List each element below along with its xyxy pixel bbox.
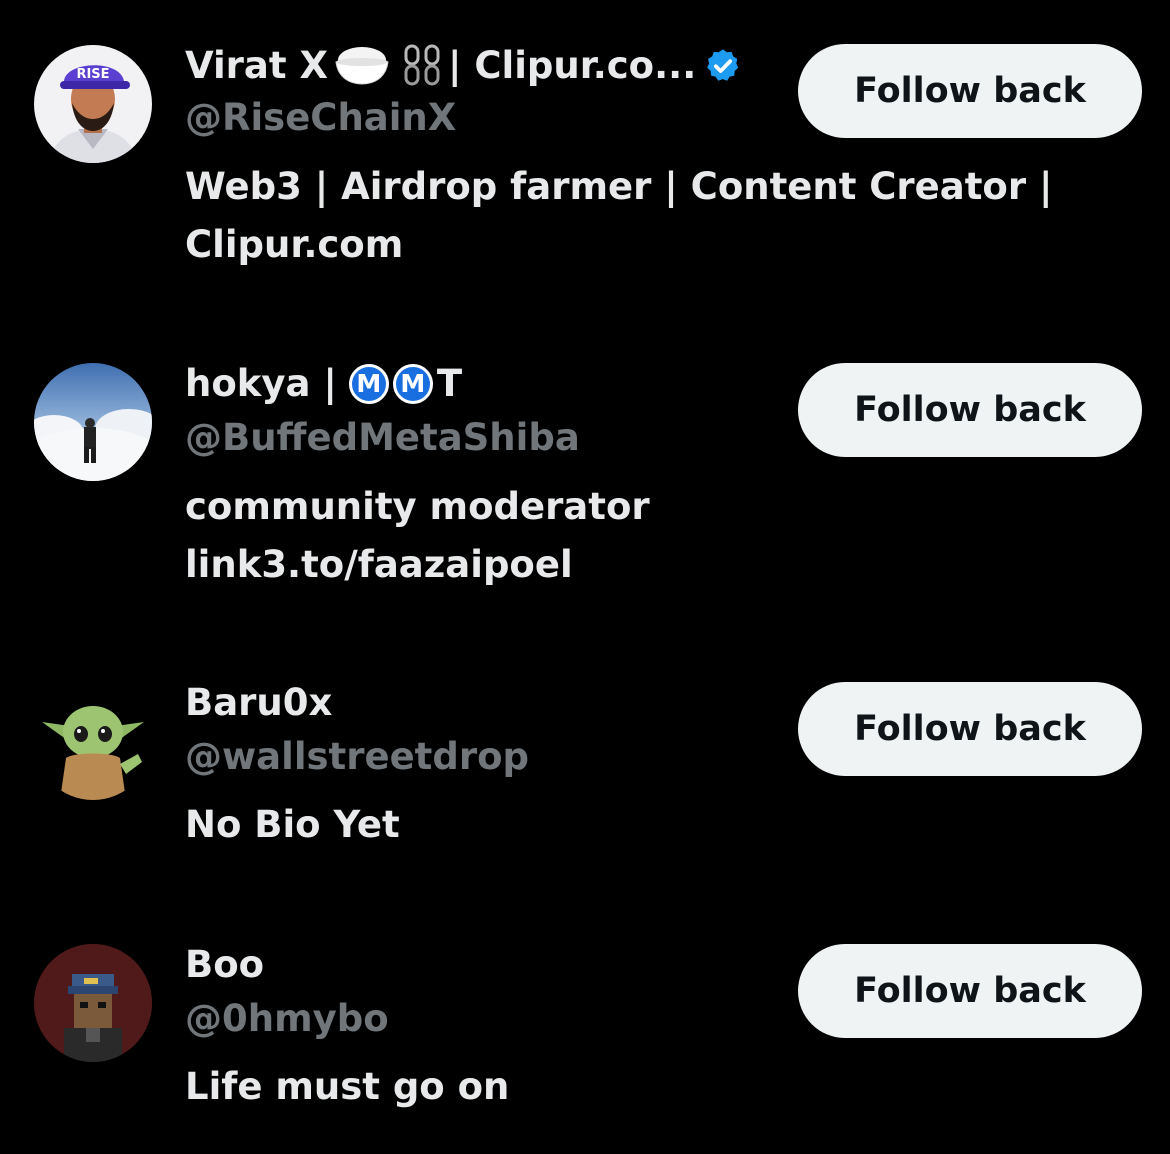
display-name[interactable]: hokya | M M T: [185, 362, 462, 406]
user-bio: No Bio Yet: [185, 803, 400, 846]
avatar-image: [34, 944, 152, 1062]
avatar-image: RISE: [34, 45, 152, 163]
follow-back-button[interactable]: Follow back: [798, 363, 1142, 457]
user-bio: Life must go on: [185, 1065, 510, 1108]
svg-text:RISE: RISE: [76, 67, 109, 82]
avatar[interactable]: RISE: [34, 45, 152, 163]
display-name[interactable]: Baru0x: [185, 681, 332, 725]
follow-back-button[interactable]: Follow back: [798, 944, 1142, 1038]
user-bio: Web3 | Airdrop farmer | Content Creator …: [185, 165, 1053, 266]
m-badge-icon: M: [392, 364, 433, 404]
verified-badge-icon: [704, 47, 742, 85]
user-bio: community moderator link3.to/faazaipoel: [185, 485, 650, 586]
user-handle: @wallstreetdrop: [185, 735, 529, 778]
avatar[interactable]: [34, 363, 152, 481]
follower-list: RISE Virat X | Clipur.co... @RiseChainX …: [0, 0, 1170, 1154]
rice-bowl-icon: [334, 46, 390, 86]
display-name[interactable]: Virat X | Clipur.co...: [185, 44, 742, 88]
user-handle: @BuffedMetaShiba: [185, 416, 580, 459]
list-item[interactable]: Boo @0hmybo Life must go on Follow back: [0, 912, 1170, 1154]
m-badge-icon: M: [348, 364, 389, 404]
user-handle: @0hmybo: [185, 997, 389, 1040]
display-name[interactable]: Boo: [185, 943, 264, 987]
avatar[interactable]: [34, 682, 152, 800]
list-item[interactable]: RISE Virat X | Clipur.co... @RiseChainX …: [0, 0, 1170, 300]
user-handle: @RiseChainX: [185, 96, 457, 139]
avatar[interactable]: [34, 944, 152, 1062]
follow-back-button[interactable]: Follow back: [798, 44, 1142, 138]
chain-icon: [402, 44, 442, 88]
follow-back-button[interactable]: Follow back: [798, 682, 1142, 776]
avatar-image: [34, 682, 152, 800]
list-item[interactable]: Baru0x @wallstreetdrop No Bio Yet Follow…: [0, 650, 1170, 910]
avatar-image: [34, 363, 152, 481]
list-item[interactable]: hokya | M M T @BuffedMetaShiba community…: [0, 330, 1170, 630]
